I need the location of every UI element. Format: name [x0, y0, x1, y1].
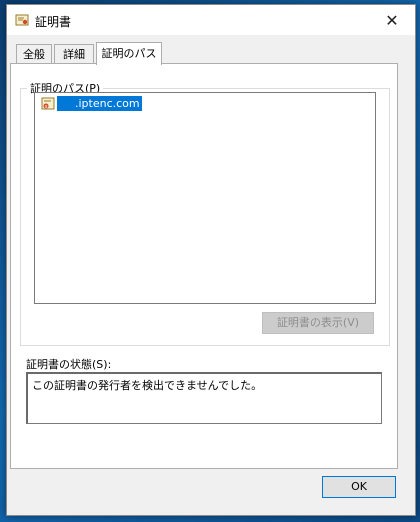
window-title: 証明書	[35, 15, 72, 29]
cert-path-tree[interactable]: x .iptenc.com	[34, 92, 376, 304]
certificate-warning-icon: x	[41, 97, 55, 110]
certificate-icon	[15, 14, 29, 26]
title-bar: 証明書 ✕	[7, 5, 415, 35]
tree-item[interactable]: x .iptenc.com	[41, 96, 142, 111]
tab-details[interactable]: 詳細	[54, 44, 94, 64]
view-certificate-button[interactable]: 証明書の表示(V)	[262, 312, 374, 334]
svg-text:x: x	[45, 104, 48, 110]
status-text: この証明書の発行者を検出できませんでした。	[26, 372, 382, 424]
tree-item-label: .iptenc.com	[57, 96, 142, 111]
tab-certification-path[interactable]: 証明のパス	[96, 42, 162, 65]
close-button[interactable]: ✕	[375, 8, 409, 32]
ok-button[interactable]: OK	[322, 476, 396, 498]
status-label: 証明書の状態(S):	[26, 358, 112, 371]
close-icon: ✕	[385, 10, 399, 30]
tab-general[interactable]: 全般	[16, 44, 52, 64]
